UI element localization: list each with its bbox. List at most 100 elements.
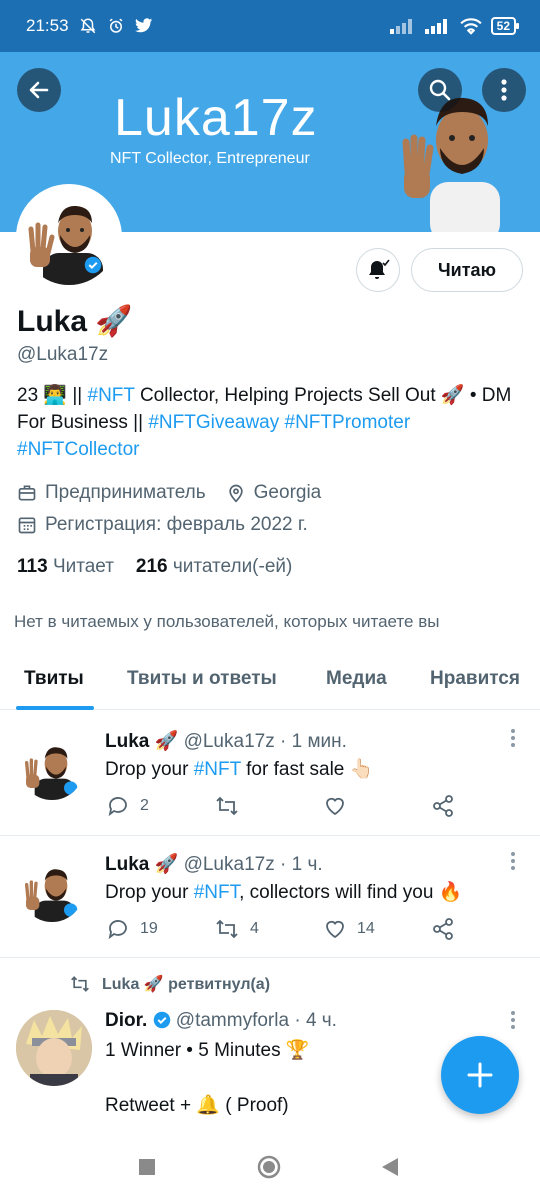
following-count-link[interactable]: 113 Читает bbox=[17, 556, 114, 578]
tab-tweets[interactable]: Твиты bbox=[24, 668, 84, 690]
location-text: Georgia bbox=[253, 482, 322, 503]
system-navigation-bar bbox=[0, 1134, 540, 1200]
avatar-image bbox=[28, 205, 103, 285]
joined-text: Регистрация: февраль 2022 г. bbox=[45, 514, 308, 535]
bell-icon bbox=[369, 259, 390, 279]
tweet-author-handle: @tammyforla bbox=[175, 1010, 290, 1031]
followers-count-link[interactable]: 216 читатели(-ей) bbox=[136, 556, 292, 578]
status-bar: 21:53 52 bbox=[0, 0, 540, 52]
tweet-text: Drop your #NFT, collectors will find you… bbox=[105, 880, 462, 904]
tweet-item[interactable]: Luka 🚀 @Luka17z · 1 мин. Drop your #NFT … bbox=[0, 712, 540, 836]
like-count: 14 bbox=[357, 920, 375, 937]
retweet-icon bbox=[71, 976, 89, 992]
like-button[interactable] bbox=[323, 794, 357, 818]
banner-subtitle: NFT Collector, Entrepreneur bbox=[110, 150, 310, 167]
more-vertical-icon bbox=[501, 79, 507, 101]
tab-likes[interactable]: Нравится bbox=[430, 668, 520, 690]
hashtag-link[interactable]: #NFT bbox=[194, 759, 241, 780]
tweet-avatar[interactable] bbox=[20, 858, 84, 922]
retweeted-by-text[interactable]: Luka 🚀 ретвитнул(а) bbox=[102, 974, 270, 994]
tab-tweets-replies[interactable]: Твиты и ответы bbox=[127, 668, 277, 690]
tweet-more-icon[interactable] bbox=[510, 851, 516, 871]
twitter-bird-icon bbox=[134, 18, 152, 33]
plus-icon bbox=[467, 1062, 493, 1088]
heart-icon bbox=[326, 797, 344, 816]
bio-hashtag-link[interactable]: #NFT bbox=[88, 385, 135, 406]
profile-bio: 23 👨‍💻 || #NFT Collector, Helping Projec… bbox=[17, 382, 527, 463]
retweet-context: Luka 🚀 ретвитнул(а) bbox=[68, 974, 270, 994]
share-button[interactable] bbox=[431, 794, 455, 818]
tweet-actions: 19 4 14 bbox=[0, 917, 540, 943]
more-options-button[interactable] bbox=[482, 68, 526, 112]
arrow-left-icon bbox=[29, 81, 49, 99]
profile-avatar[interactable] bbox=[16, 184, 122, 290]
calendar-icon bbox=[18, 517, 36, 534]
tweet-author-handle: @Luka17z bbox=[183, 731, 275, 752]
verified-badge-icon bbox=[153, 1011, 170, 1029]
followers-label: читатели(-ей) bbox=[172, 556, 293, 577]
bio-hashtag-link[interactable]: #NFTPromoter bbox=[285, 412, 411, 433]
retweet-icon bbox=[216, 919, 238, 939]
back-button[interactable] bbox=[17, 68, 61, 112]
bio-hashtag-link[interactable]: #NFTCollector bbox=[17, 439, 139, 460]
banner-title: Luka17z bbox=[114, 89, 318, 147]
retweet-button[interactable]: 4 bbox=[214, 917, 259, 941]
active-tab-indicator bbox=[16, 706, 94, 710]
reply-icon bbox=[108, 920, 127, 940]
share-button[interactable] bbox=[431, 917, 455, 941]
mutual-followers-notice: Нет в читаемых у пользователей, которых … bbox=[14, 612, 440, 631]
tweet-text-line-2: Retweet + 🔔 ( Proof) bbox=[105, 1095, 289, 1116]
signal-icon bbox=[389, 19, 412, 34]
briefcase-icon bbox=[18, 485, 36, 501]
tweet-author-handle: @Luka17z bbox=[183, 854, 275, 875]
alarm-icon bbox=[109, 18, 122, 33]
tweet-item[interactable]: Luka 🚀 @Luka17z · 1 ч. Drop your #NFT, c… bbox=[0, 836, 540, 958]
tweet-time: 1 мин. bbox=[291, 731, 347, 752]
battery-indicator: 52 bbox=[490, 17, 520, 35]
share-icon bbox=[433, 918, 453, 940]
profile-tabs: Твиты Твиты и ответы Медиа Нравится bbox=[0, 654, 540, 710]
tweet-text-line-1: 1 Winner • 5 Minutes 🏆 bbox=[105, 1040, 310, 1061]
tweet-text-part: , collectors will find you 🔥 bbox=[239, 882, 463, 903]
bio-hashtag-link[interactable]: #NFTGiveaway bbox=[148, 412, 279, 433]
heart-icon bbox=[326, 920, 344, 939]
tweet-header: Dior. @tammyforla · 4 ч. bbox=[105, 1010, 337, 1031]
tweet-author-name[interactable]: Dior. bbox=[105, 1010, 147, 1031]
reply-button[interactable]: 19 bbox=[106, 917, 158, 941]
reply-icon bbox=[108, 797, 127, 817]
tweet-avatar[interactable] bbox=[16, 1010, 92, 1086]
hashtag-link[interactable]: #NFT bbox=[194, 882, 239, 903]
reply-button[interactable]: 2 bbox=[106, 794, 149, 818]
search-button[interactable] bbox=[418, 68, 462, 112]
back-nav-button[interactable] bbox=[381, 1157, 399, 1177]
clock: 21:53 bbox=[26, 16, 69, 35]
reply-count: 19 bbox=[140, 920, 158, 937]
tweet-actions: 2 bbox=[0, 794, 540, 820]
signal-icon-2 bbox=[424, 19, 447, 34]
tweet-time: 1 ч. bbox=[291, 854, 323, 875]
compose-tweet-button[interactable] bbox=[441, 1036, 519, 1114]
tweet-author-name[interactable]: Luka 🚀 bbox=[105, 854, 178, 875]
avatar-image bbox=[24, 747, 78, 800]
joined-row: Регистрация: февраль 2022 г. bbox=[17, 514, 308, 536]
tweet-more-icon[interactable] bbox=[510, 728, 516, 748]
tweet-author-name[interactable]: Luka 🚀 bbox=[105, 731, 178, 752]
profile-name: Luka 🚀 bbox=[17, 305, 133, 338]
retweet-icon bbox=[216, 796, 238, 816]
tweet-header: Luka 🚀 @Luka17z · 1 ч. bbox=[105, 854, 323, 875]
share-icon bbox=[433, 795, 453, 817]
following-count: 113 bbox=[17, 556, 48, 577]
tweet-text-part: Drop your bbox=[105, 882, 194, 903]
retweet-button[interactable] bbox=[214, 794, 250, 818]
follow-counts: 113 Читает 216 читатели(-ей) bbox=[17, 556, 292, 578]
like-button[interactable]: 14 bbox=[323, 917, 375, 941]
notifications-bell-button[interactable] bbox=[356, 248, 400, 292]
tab-media[interactable]: Медиа bbox=[326, 668, 387, 690]
tweet-more-icon[interactable] bbox=[510, 1010, 516, 1030]
tweet-time: 4 ч. bbox=[305, 1010, 337, 1031]
recents-button[interactable] bbox=[138, 1158, 156, 1176]
tweet-text-part: for fast sale 👆🏻 bbox=[240, 759, 374, 780]
following-button[interactable]: Читаю bbox=[411, 248, 523, 292]
tweet-avatar[interactable] bbox=[20, 736, 84, 800]
home-button[interactable] bbox=[257, 1155, 281, 1179]
